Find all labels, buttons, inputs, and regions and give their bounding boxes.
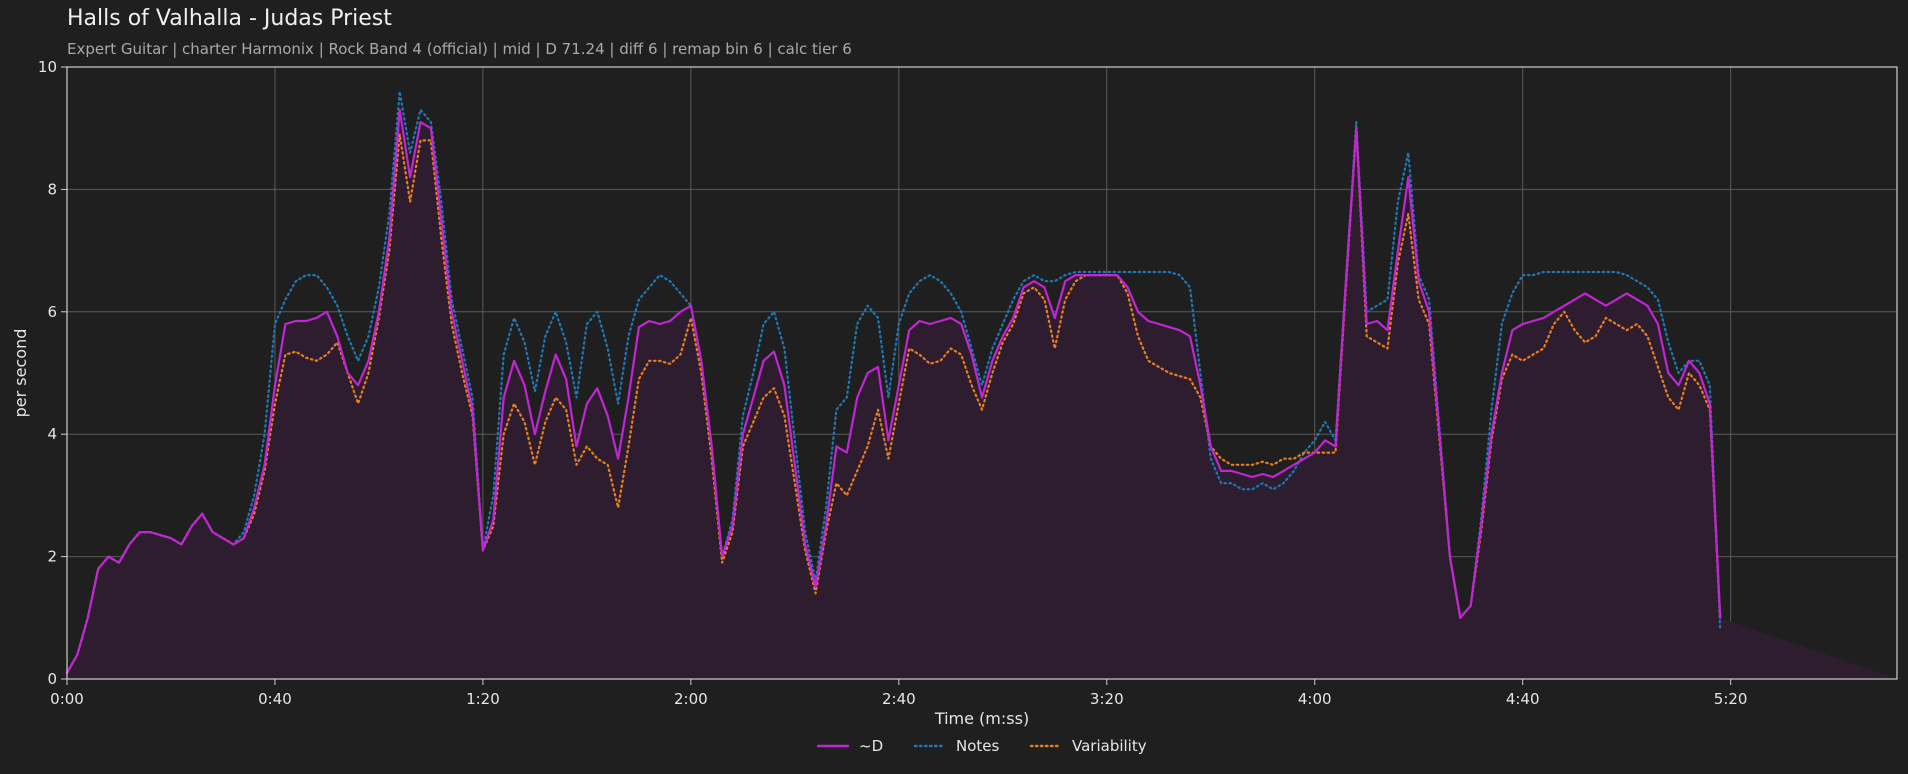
y-tick-label: 0 — [47, 670, 57, 688]
x-tick-label: 4:40 — [1506, 690, 1540, 708]
x-tick-label: 3:20 — [1090, 690, 1124, 708]
y-tick-label: 2 — [47, 548, 57, 566]
y-tick-label: 8 — [47, 180, 57, 198]
x-tick-label: 5:20 — [1714, 690, 1748, 708]
x-tick-label: 0:40 — [258, 690, 292, 708]
legend-label: ~D — [859, 737, 883, 755]
x-axis-title: Time (m:ss) — [934, 709, 1029, 728]
legend-label: Variability — [1072, 737, 1147, 755]
y-tick-label: 10 — [38, 58, 57, 76]
x-tick-label: 2:00 — [674, 690, 708, 708]
x-tick-label: 0:00 — [50, 690, 84, 708]
legend: ~D Notes Variability — [816, 737, 1147, 755]
x-tick-label: 1:20 — [466, 690, 500, 708]
chart-canvas: 0:00 0:40 1:20 2:00 2:40 3:20 4:00 4:40 5:20 0 2 4 6… — [11, 58, 1898, 755]
y-tick-label: 4 — [47, 425, 57, 443]
x-tick-label: 2:40 — [882, 690, 916, 708]
y-tick-label: 6 — [47, 303, 57, 321]
x-tick-label: 4:00 — [1298, 690, 1332, 708]
y-axis-title: per second — [11, 329, 30, 418]
legend-label: Notes — [956, 737, 1000, 755]
